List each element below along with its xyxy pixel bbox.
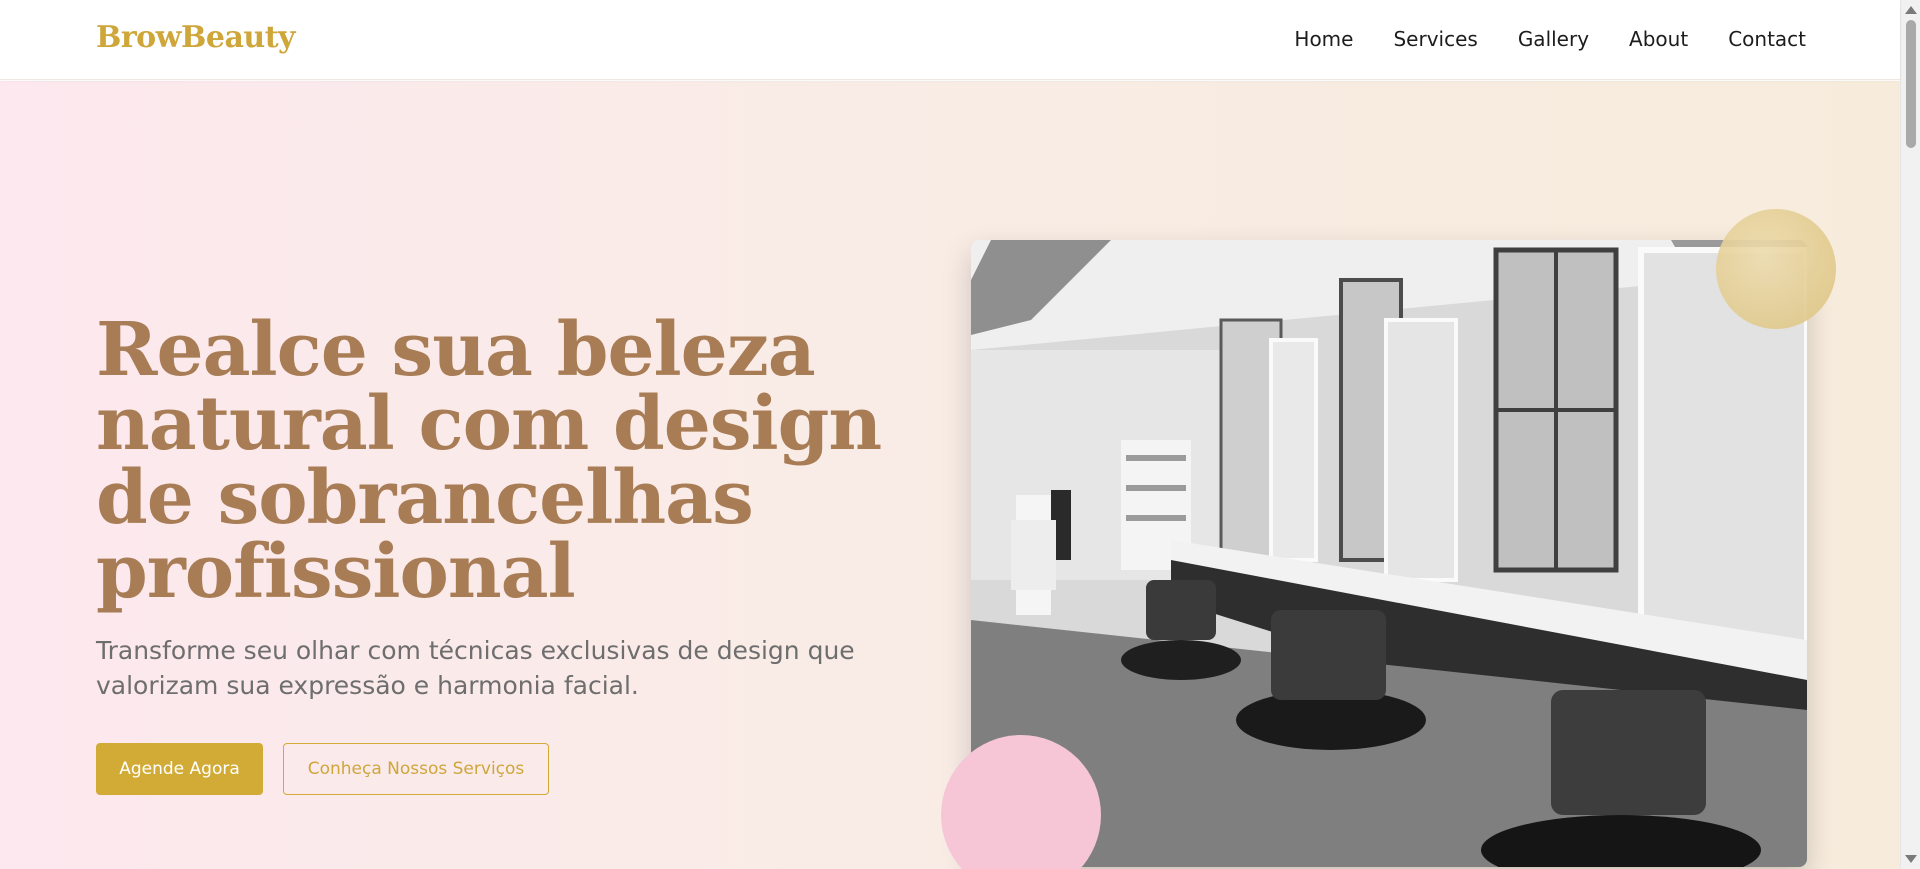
nav-home-link[interactable]: Home	[1294, 27, 1353, 51]
hero-subtitle: Transforme seu olhar com técnicas exclus…	[96, 636, 855, 700]
book-now-button[interactable]: Agende Agora	[96, 743, 263, 795]
nav-services-link[interactable]: Services	[1393, 27, 1477, 51]
page-scrollbar[interactable]	[1900, 0, 1920, 869]
scroll-thumb[interactable]	[1906, 20, 1916, 148]
site-header: BrowBeauty Home Services Gallery About C…	[0, 0, 1900, 80]
nav-contact-link[interactable]: Contact	[1728, 27, 1806, 51]
hero-headline: Realce sua beleza natural com design de …	[96, 307, 882, 615]
hero-section: Realce sua beleza natural com design de …	[0, 81, 1900, 869]
main-nav: Home Services Gallery About Contact	[1294, 27, 1806, 51]
scroll-up-arrow-icon[interactable]	[1905, 6, 1917, 14]
services-button[interactable]: Conheça Nossos Serviços	[283, 743, 549, 795]
decorative-gold-circle	[1716, 209, 1836, 329]
scroll-down-arrow-icon[interactable]	[1905, 855, 1917, 863]
brand-logo[interactable]: BrowBeauty	[96, 20, 295, 55]
nav-about-link[interactable]: About	[1629, 27, 1688, 51]
salon-interior-photo	[971, 240, 1807, 867]
nav-gallery-link[interactable]: Gallery	[1518, 27, 1589, 51]
